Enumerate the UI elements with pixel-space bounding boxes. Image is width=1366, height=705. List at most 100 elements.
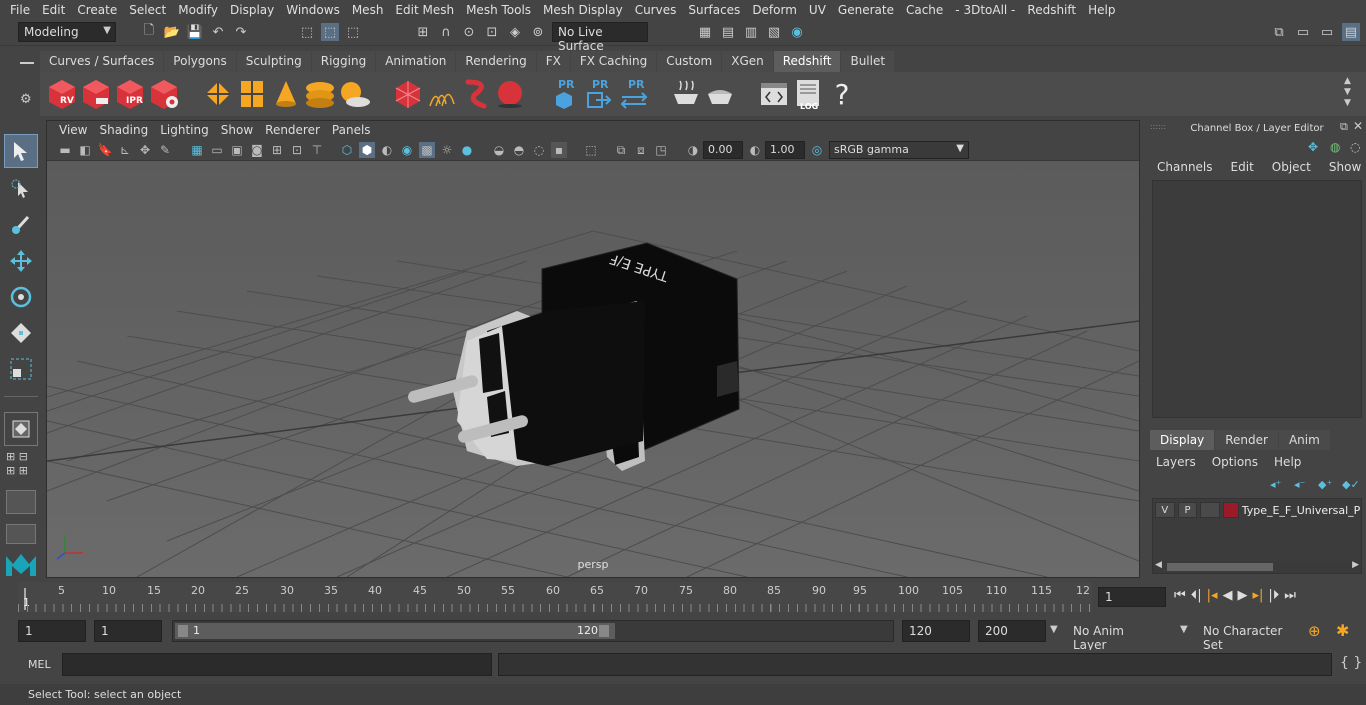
rs-pr-mesh-icon[interactable]: PR bbox=[548, 78, 580, 110]
step-forward-icon[interactable]: |⏵ bbox=[1268, 588, 1279, 603]
outliner-layout-icon[interactable] bbox=[6, 524, 36, 544]
tab-sculpting[interactable]: Sculpting bbox=[236, 51, 311, 72]
cb-menu-channels[interactable]: Channels bbox=[1148, 160, 1222, 178]
last-tool-icon[interactable] bbox=[4, 352, 38, 386]
play-back-icon[interactable]: ◀ bbox=[1223, 588, 1233, 603]
rs-script-icon[interactable] bbox=[758, 78, 790, 110]
new-layer-selected-icon[interactable]: ◆✓ bbox=[1342, 478, 1360, 491]
toggle-channelbox-icon[interactable]: ▤ bbox=[1342, 23, 1360, 41]
mode-selector[interactable]: Modeling ▼ bbox=[18, 22, 116, 42]
use-all-lights-icon[interactable]: ▩ bbox=[419, 142, 435, 158]
motion-blur-icon[interactable]: ⧉ bbox=[613, 142, 629, 158]
workspace-icon[interactable]: ⧉ bbox=[1270, 23, 1288, 41]
menu-curves[interactable]: Curves bbox=[629, 3, 683, 17]
select-tool-icon[interactable] bbox=[4, 134, 38, 168]
two-pane-layout-icon[interactable] bbox=[6, 490, 36, 514]
script-editor-icon[interactable]: { } bbox=[1340, 655, 1362, 671]
mel-input[interactable] bbox=[62, 653, 492, 676]
snap-view-icon[interactable]: ⊡ bbox=[483, 23, 501, 41]
single-layout-icon[interactable] bbox=[4, 412, 38, 446]
2d-pan-zoom-icon[interactable]: ✥ bbox=[137, 142, 153, 158]
layer-move-up-icon[interactable]: ◂⁺ bbox=[1270, 478, 1281, 491]
vp-menu-lighting[interactable]: Lighting bbox=[154, 123, 215, 137]
tab-polygons[interactable]: Polygons bbox=[164, 51, 236, 72]
hypershade-icon[interactable]: ◉ bbox=[788, 23, 806, 41]
shelf-settings-icon[interactable]: ⚙ bbox=[20, 92, 32, 107]
render-view-icon[interactable]: ▦ bbox=[696, 23, 714, 41]
rs-pr-export-icon[interactable]: PR bbox=[582, 78, 614, 110]
playback-start-field[interactable]: 1 bbox=[94, 620, 162, 642]
tab-custom[interactable]: Custom bbox=[657, 51, 722, 72]
layer-menu-options[interactable]: Options bbox=[1204, 455, 1266, 469]
ambient-occlusion-icon[interactable]: ⬚ bbox=[583, 142, 599, 158]
move-tool-icon[interactable] bbox=[4, 244, 38, 278]
menu-deform[interactable]: Deform bbox=[746, 3, 803, 17]
paint-select-tool-icon[interactable] bbox=[4, 208, 38, 242]
wireframe-icon[interactable]: ⬡ bbox=[339, 142, 355, 158]
xray-components-icon[interactable]: ◌ bbox=[531, 142, 547, 158]
go-to-end-icon[interactable]: ⏭ bbox=[1284, 588, 1296, 603]
channelbox-manip-icon[interactable]: ✥ bbox=[1308, 140, 1318, 154]
bookmark-icon[interactable]: 🔖 bbox=[97, 142, 113, 158]
rs-sun-light-icon[interactable] bbox=[338, 78, 370, 110]
menu-redshift[interactable]: Redshift bbox=[1021, 3, 1082, 17]
rs-spotlight-icon[interactable] bbox=[270, 78, 302, 110]
cb-menu-edit[interactable]: Edit bbox=[1222, 160, 1263, 178]
mel-label[interactable]: MEL bbox=[28, 658, 51, 671]
rs-hair-icon[interactable] bbox=[426, 78, 458, 110]
snap-surface-icon[interactable]: ◈ bbox=[506, 23, 524, 41]
shelf-menu-icon[interactable] bbox=[20, 62, 34, 64]
lasso-tool-icon[interactable] bbox=[4, 172, 38, 206]
menu-3dtoall[interactable]: - 3DtoAll - bbox=[949, 3, 1021, 17]
vp-menu-panels[interactable]: Panels bbox=[326, 123, 377, 137]
new-layer-icon[interactable]: ◆⁺ bbox=[1318, 478, 1332, 491]
rs-dome-light-icon[interactable] bbox=[304, 78, 336, 110]
range-left-handle[interactable] bbox=[178, 625, 188, 637]
undo-icon[interactable]: ↶ bbox=[209, 23, 227, 41]
vp-menu-show[interactable]: Show bbox=[215, 123, 259, 137]
layer-move-down-icon[interactable]: ◂⁻ bbox=[1294, 478, 1305, 491]
channelbox-area[interactable] bbox=[1152, 180, 1362, 418]
field-chart-icon[interactable]: ⊞ bbox=[269, 142, 285, 158]
auto-key-icon[interactable]: ⊕ bbox=[1308, 622, 1321, 640]
menu-edit[interactable]: Edit bbox=[36, 3, 71, 17]
grid-toggle-icon[interactable]: ▦ bbox=[189, 142, 205, 158]
play-forward-icon[interactable]: ▶ bbox=[1238, 588, 1248, 603]
rs-bake-set-icon[interactable] bbox=[704, 78, 736, 110]
layer-scrollbar[interactable]: ◀ ▶ bbox=[1153, 560, 1361, 573]
go-to-start-icon[interactable]: ⏮ bbox=[1174, 588, 1186, 603]
range-right-handle[interactable] bbox=[599, 625, 609, 637]
menu-windows[interactable]: Windows bbox=[280, 3, 346, 17]
menu-generate[interactable]: Generate bbox=[832, 3, 900, 17]
gamma-field[interactable]: 1.00 bbox=[765, 141, 805, 159]
xray-icon[interactable]: ◒ bbox=[491, 142, 507, 158]
playback-end-field[interactable]: 120 bbox=[902, 620, 970, 642]
chevron-down-icon[interactable]: ▼ bbox=[1180, 624, 1188, 635]
vp-menu-renderer[interactable]: Renderer bbox=[259, 123, 326, 137]
save-scene-icon[interactable]: 💾 bbox=[186, 23, 204, 41]
tab-anim[interactable]: Anim bbox=[1278, 430, 1330, 450]
safe-action-icon[interactable]: ⊡ bbox=[289, 142, 305, 158]
panel-float-icon[interactable]: ⧉ bbox=[1340, 120, 1348, 134]
depth-of-field-icon[interactable]: ◳ bbox=[653, 142, 669, 158]
menu-create[interactable]: Create bbox=[71, 3, 123, 17]
vp-menu-view[interactable]: View bbox=[53, 123, 93, 137]
tab-xgen[interactable]: XGen bbox=[722, 51, 773, 72]
layer-scroll-thumb[interactable] bbox=[1167, 563, 1273, 571]
menu-uv[interactable]: UV bbox=[803, 3, 832, 17]
camera-select-icon[interactable]: ▬ bbox=[57, 142, 73, 158]
rs-ipr-icon[interactable]: IPR bbox=[114, 78, 146, 110]
rs-help-icon[interactable]: ? bbox=[826, 78, 858, 111]
select-hierarchy-icon[interactable]: ⬚ bbox=[298, 23, 316, 41]
tab-display[interactable]: Display bbox=[1150, 430, 1215, 450]
rs-render-settings-icon[interactable] bbox=[148, 78, 180, 110]
ipr-render-icon[interactable]: ▥ bbox=[742, 23, 760, 41]
tab-fx[interactable]: FX bbox=[536, 51, 570, 72]
layer-menu-layers[interactable]: Layers bbox=[1148, 455, 1204, 469]
open-scene-icon[interactable]: 📂 bbox=[163, 23, 181, 41]
color-management-icon[interactable]: ◎ bbox=[809, 142, 825, 158]
step-back-key-icon[interactable]: |◂ bbox=[1207, 588, 1218, 603]
new-scene-icon[interactable]: 🗋 bbox=[140, 23, 158, 41]
rs-volume-icon[interactable] bbox=[236, 78, 268, 110]
layer-visibility-toggle[interactable]: V bbox=[1155, 502, 1175, 518]
